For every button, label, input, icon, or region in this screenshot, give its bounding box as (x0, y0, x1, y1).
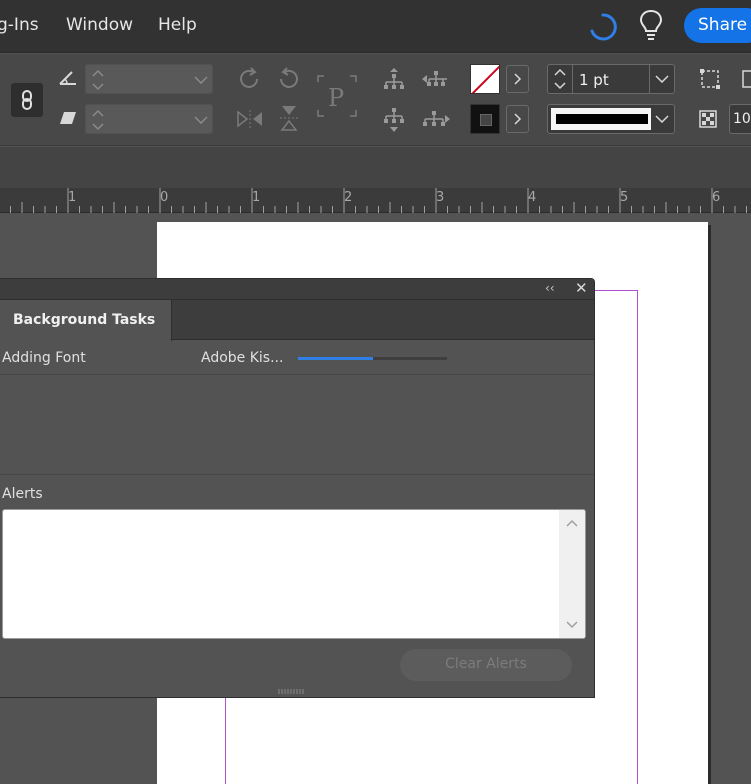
select-content-icon[interactable] (382, 106, 406, 134)
frame-partial-icon[interactable] (740, 68, 751, 90)
stepper-arrows-icon[interactable] (552, 65, 568, 93)
ruler-label: 2 (344, 190, 353, 205)
scroll-down-icon[interactable] (566, 621, 578, 629)
loading-spinner-icon (590, 13, 617, 41)
task-file-name: Adobe Kis... (201, 350, 284, 366)
select-container-icon[interactable] (382, 66, 406, 92)
collapse-panel-icon[interactable]: ‹‹ (545, 281, 555, 295)
horizontal-ruler[interactable]: 1 0 1 2 3 4 5 6 (0, 188, 751, 213)
opacity-checker-icon (699, 110, 717, 128)
frame-text-glyph: P (328, 84, 344, 112)
panel-title-bar[interactable]: ‹‹ ✕ (0, 279, 594, 300)
rotate-counterclockwise-icon[interactable] (276, 66, 302, 92)
tab-label: Background Tasks (13, 312, 156, 328)
task-label: Adding Font (2, 350, 86, 366)
page-shadow (708, 225, 711, 784)
lightbulb-icon[interactable] (637, 8, 665, 42)
fill-swatch[interactable] (470, 64, 500, 94)
ruler-label: 0 (160, 190, 169, 205)
task-progress-bar (298, 357, 447, 360)
ruler-label: 1 (252, 190, 261, 205)
constrain-proportions-button[interactable] (11, 83, 43, 117)
menu-plugins[interactable]: g-Ins (0, 15, 39, 35)
alerts-heading: Alerts (2, 486, 43, 502)
document-tab-bar (0, 147, 751, 188)
close-panel-icon[interactable]: ✕ (575, 279, 588, 297)
rotate-clockwise-icon[interactable] (236, 66, 262, 92)
shear-angle-icon (60, 112, 76, 124)
transform-frame-icon[interactable] (699, 68, 721, 90)
alerts-list[interactable] (2, 509, 586, 639)
share-button[interactable]: Share (684, 8, 751, 43)
margin-guide (637, 290, 638, 784)
clear-alerts-button[interactable]: Clear Alerts (400, 649, 572, 681)
chain-link-icon (22, 90, 32, 110)
scroll-up-icon[interactable] (566, 519, 578, 527)
alerts-scrollbar[interactable] (559, 510, 585, 638)
menu-bar: g-Ins Window Help Share (0, 0, 751, 53)
chevron-right-icon (514, 113, 522, 125)
chevron-down-icon[interactable] (655, 115, 669, 123)
ruler-label: 5 (620, 190, 629, 205)
chevron-down-icon[interactable] (194, 76, 208, 84)
select-next-object-icon[interactable] (421, 108, 451, 130)
text-frame-icon[interactable]: P (316, 74, 358, 118)
stroke-type-field[interactable] (547, 104, 675, 134)
stroke-type-sample (551, 108, 651, 130)
fill-swatch-menu-button[interactable] (506, 65, 529, 93)
ruler-label: 6 (712, 190, 721, 205)
ruler-label: 4 (528, 190, 537, 205)
stroke-swatch[interactable] (470, 104, 500, 134)
flip-horizontal-icon[interactable] (236, 108, 264, 130)
panel-tab-strip: Background Tasks (0, 300, 594, 341)
opacity-field[interactable]: 100 (729, 104, 751, 134)
control-panel: P 1 pt 10 (0, 54, 751, 146)
stepper-arrows-icon[interactable] (90, 106, 106, 134)
ruler-label: 1 (68, 190, 77, 205)
background-tasks-panel: ‹‹ ✕ Background Tasks Adding Font Adobe … (0, 278, 595, 698)
panel-resize-grip-icon[interactable] (277, 689, 307, 694)
tab-background-tasks[interactable]: Background Tasks (0, 300, 172, 341)
task-progress-fill (298, 357, 373, 360)
stroke-swatch-menu-button[interactable] (506, 105, 529, 133)
stroke-weight-value[interactable]: 1 pt (579, 71, 609, 89)
stepper-arrows-icon[interactable] (90, 66, 106, 94)
chevron-down-icon[interactable] (194, 116, 208, 124)
menu-window[interactable]: Window (66, 15, 133, 35)
stroke-weight-field[interactable]: 1 pt (547, 64, 675, 94)
ruler-label: 3 (436, 190, 445, 205)
select-previous-object-icon[interactable] (421, 68, 451, 90)
chevron-down-icon[interactable] (655, 75, 669, 83)
tasks-list-area (0, 375, 594, 475)
none-color-icon (471, 65, 499, 93)
menu-help[interactable]: Help (158, 15, 197, 35)
rotation-angle-field[interactable] (85, 64, 213, 94)
rotate-angle-icon (59, 71, 76, 85)
flip-vertical-icon[interactable] (278, 104, 300, 132)
shear-angle-field[interactable] (85, 104, 213, 134)
chevron-right-icon (514, 73, 522, 85)
margin-guide (225, 690, 226, 784)
app-window: g-Ins Window Help Share P 1 pt 10 1 0 1 … (0, 0, 751, 784)
task-row: Adding Font Adobe Kis... (0, 341, 594, 375)
ruler-ticks (10, 188, 747, 213)
